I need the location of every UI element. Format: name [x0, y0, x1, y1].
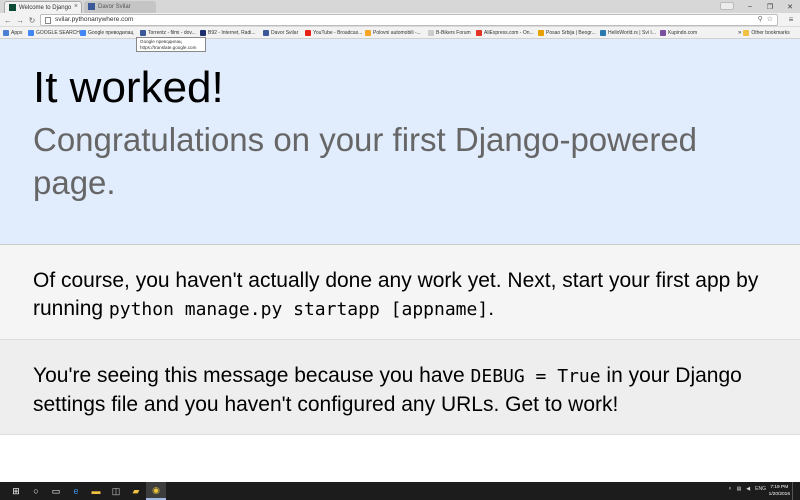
- django-favicon-icon: [9, 4, 16, 11]
- tab-strip: Welcome to Django × Davor Svilar – ❐ ✕: [0, 0, 800, 13]
- search-icon[interactable]: ○: [26, 482, 46, 500]
- explanation-section: You're seeing this message because you h…: [0, 340, 800, 435]
- kupindo-icon: [660, 30, 666, 36]
- bookmarks-bar: Apps GOOGLE SEARCH Google преводилац Tor…: [0, 27, 800, 39]
- apps-grid-icon: [3, 30, 9, 36]
- polovni-icon: [365, 30, 371, 36]
- back-arrow-icon[interactable]: ←: [2, 14, 14, 26]
- folder-icon[interactable]: ▰: [126, 482, 146, 500]
- clock-time: 7:19 PM: [770, 485, 789, 490]
- debug-setting: DEBUG = True: [470, 366, 601, 387]
- store-icon[interactable]: ◫: [106, 482, 126, 500]
- language-indicator[interactable]: ENG: [755, 486, 766, 492]
- network-icon[interactable]: ▤: [737, 486, 742, 492]
- page-subtitle: Congratulations on your first Django-pow…: [33, 121, 698, 201]
- tab-title: Welcome to Django: [19, 4, 72, 11]
- bookmark-other-bookmarks[interactable]: » Other bookmarks: [738, 28, 790, 38]
- explanation-text: You're seeing this message because you h…: [33, 364, 742, 416]
- close-window-icon[interactable]: ✕: [780, 0, 800, 13]
- aliexpress-icon: [476, 30, 482, 36]
- edge-icon[interactable]: e: [66, 482, 86, 500]
- tab-close-icon[interactable]: ×: [74, 3, 78, 10]
- taskbar: ⊞ ○ ▭ e ▬ ◫ ▰ ◉ ˄ ▤ ◀ ENG 7:19 PM 1/20/2…: [0, 482, 800, 500]
- torrentz-icon: [140, 30, 146, 36]
- windows-start-icon[interactable]: ⊞: [6, 482, 26, 500]
- folder-icon: [743, 30, 750, 36]
- bookmark-b92[interactable]: B92 - Internet, Radi...: [200, 28, 256, 38]
- summary-section: It worked! Congratulations on your first…: [0, 39, 800, 245]
- bookmark-google-translate[interactable]: Google преводилац: [80, 28, 133, 38]
- posao-icon: [538, 30, 544, 36]
- tooltip-url: https://translate.google.com: [140, 45, 197, 50]
- bookmark-aliexpress[interactable]: AliExpress.com - On...: [476, 28, 534, 38]
- page-icon: [45, 17, 51, 24]
- bookmark-star-icon[interactable]: ☆: [767, 15, 773, 25]
- b92-icon: [200, 30, 206, 36]
- volume-icon[interactable]: ◀: [746, 486, 750, 492]
- facebook-icon: [263, 30, 269, 36]
- page-title: It worked!: [33, 63, 224, 112]
- bbikers-icon: [428, 30, 434, 36]
- instructions-section: Of course, you haven't actually done any…: [0, 245, 800, 340]
- chevron-up-icon[interactable]: ˄: [729, 486, 732, 492]
- helloworld-icon: [600, 30, 606, 36]
- chrome-icon[interactable]: ◉: [146, 482, 166, 500]
- bookmark-davor-svilar[interactable]: Davor Svilar: [263, 28, 298, 38]
- google-icon: [28, 30, 34, 36]
- facebook-favicon-icon: [88, 3, 95, 10]
- clock[interactable]: 7:19 PM 1/20/2016: [769, 484, 790, 498]
- browser-toolbar: ← → ↻ svilar.pythonanywhere.com ⚲ ☆ ≡: [0, 13, 800, 27]
- clock-date: 1/20/2016: [768, 492, 790, 497]
- bookmark-youtube[interactable]: YouTube - Broadcas...: [305, 28, 362, 38]
- bookmark-helloworld[interactable]: HelloWorld.rs | Svi I...: [600, 28, 656, 38]
- address-bar[interactable]: svilar.pythonanywhere.com ⚲ ☆: [40, 14, 778, 26]
- instructions-text: Of course, you haven't actually done any…: [33, 269, 759, 320]
- tab-welcome-django[interactable]: Welcome to Django ×: [4, 1, 82, 13]
- reload-icon[interactable]: ↻: [26, 14, 38, 26]
- bookmark-tooltip: Google преводилац https://translate.goog…: [136, 37, 206, 52]
- file-explorer-icon[interactable]: ▬: [86, 482, 106, 500]
- bookmark-apps[interactable]: Apps: [3, 28, 22, 38]
- maximize-icon[interactable]: ❐: [760, 0, 780, 13]
- search-icon[interactable]: ⚲: [758, 15, 763, 25]
- google-translate-icon: [80, 30, 86, 36]
- startapp-command: python manage.py startapp [appname]: [108, 299, 489, 320]
- menu-icon[interactable]: ≡: [786, 14, 796, 26]
- task-view-icon[interactable]: ▭: [46, 482, 66, 500]
- bookmark-polovni[interactable]: Polovni automobili -...: [365, 28, 421, 38]
- tab-davor-svilar[interactable]: Davor Svilar: [84, 1, 156, 13]
- show-desktop-button[interactable]: [792, 482, 800, 500]
- minimize-icon[interactable]: –: [740, 0, 760, 13]
- bookmark-bbikers[interactable]: B-Bikers Forum: [428, 28, 471, 38]
- bookmark-posao[interactable]: Posao Srbija | Beogr...: [538, 28, 596, 38]
- forward-arrow-icon[interactable]: →: [14, 14, 26, 26]
- youtube-icon: [305, 30, 311, 36]
- window-controls: – ❐ ✕: [740, 0, 800, 13]
- tab-title: Davor Svilar: [98, 4, 131, 10]
- profile-button[interactable]: [720, 2, 734, 10]
- chevron-right-icon: »: [738, 30, 742, 36]
- bookmark-kupindo[interactable]: Kupindo.com: [660, 28, 697, 38]
- system-tray: ˄ ▤ ◀ ENG: [729, 486, 766, 492]
- bookmark-google-search[interactable]: GOOGLE SEARCH: [28, 28, 80, 38]
- url-text: svilar.pythonanywhere.com: [55, 16, 134, 23]
